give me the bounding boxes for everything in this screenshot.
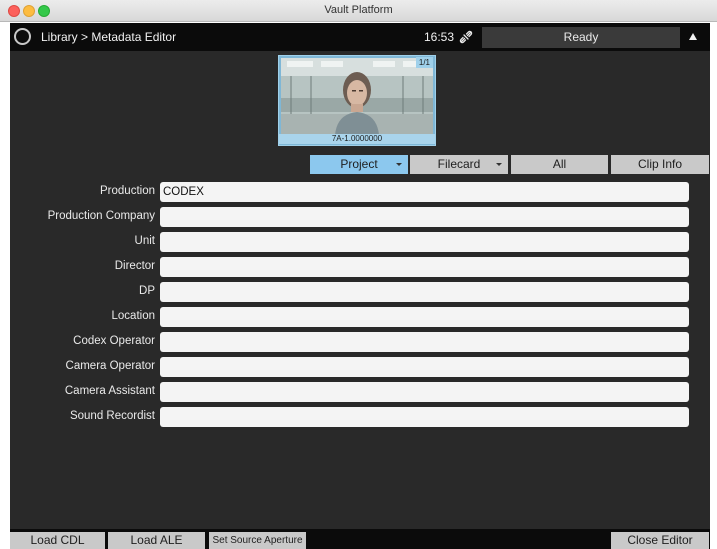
broken-link-icon [459, 30, 473, 44]
thumbnail-clip-name: 7A-1.0000000 [279, 134, 435, 144]
top-bar: Library > Metadata Editor 16:53 Ready [10, 23, 710, 51]
unit-field[interactable] [160, 232, 689, 252]
codex-operator-field[interactable] [160, 332, 689, 352]
field-label: Production [100, 185, 155, 197]
clip-thumbnail[interactable]: 1/1 7A-1.0000000 [278, 55, 436, 146]
field-row-production-company: Production Company [10, 207, 710, 227]
camera-assistant-field[interactable] [160, 382, 689, 402]
dp-field[interactable] [160, 282, 689, 302]
window-titlebar: Vault Platform [0, 0, 717, 22]
home-circle-icon[interactable] [14, 28, 31, 45]
thumbnail-image [281, 58, 433, 135]
sound-recordist-field[interactable] [160, 407, 689, 427]
load-cdl-button[interactable]: Load CDL [10, 532, 105, 549]
director-field[interactable] [160, 257, 689, 277]
field-row-unit: Unit [10, 232, 710, 252]
tab-label: Filecard [437, 157, 481, 171]
field-row-codex-operator: Codex Operator [10, 332, 710, 352]
location-field[interactable] [160, 307, 689, 327]
field-label: Unit [134, 235, 155, 247]
field-label: Sound Recordist [69, 410, 155, 422]
field-row-production: Production [10, 182, 710, 202]
production-field[interactable] [160, 182, 689, 202]
field-label: Camera Assistant [64, 385, 155, 397]
field-row-camera-operator: Camera Operator [10, 357, 710, 377]
field-row-director: Director [10, 257, 710, 277]
field-label: Production Company [47, 210, 155, 222]
tab-project[interactable]: Project [310, 155, 408, 174]
field-row-location: Location [10, 307, 710, 327]
status-indicator: Ready [482, 27, 680, 48]
breadcrumb: Library > Metadata Editor [41, 30, 177, 44]
load-ale-button[interactable]: Load ALE [108, 532, 205, 549]
window-title: Vault Platform [324, 4, 393, 16]
field-label: Location [111, 310, 155, 322]
close-editor-button[interactable]: Close Editor [611, 532, 709, 549]
metadata-editor-app: Library > Metadata Editor 16:53 Ready 1/… [10, 23, 710, 549]
dropdown-caret-icon [496, 163, 502, 166]
field-label: DP [139, 285, 155, 297]
field-label: Camera Operator [65, 360, 155, 372]
field-row-camera-assistant: Camera Assistant [10, 382, 710, 402]
set-source-aperture-button[interactable]: Set Source Aperture [209, 532, 306, 549]
bottom-toolbar: Load CDL Load ALE Set Source Aperture Cl… [10, 529, 710, 549]
field-row-dp: DP [10, 282, 710, 302]
field-row-sound-recordist: Sound Recordist [10, 407, 710, 427]
field-label: Director [114, 260, 155, 272]
tab-filecard[interactable]: Filecard [410, 155, 508, 174]
expand-triangle-icon[interactable] [689, 33, 697, 40]
dropdown-caret-icon [396, 163, 402, 166]
production-company-field[interactable] [160, 207, 689, 227]
camera-operator-field[interactable] [160, 357, 689, 377]
tab-all[interactable]: All [511, 155, 608, 174]
field-label: Codex Operator [73, 335, 155, 347]
tab-clip-info[interactable]: Clip Info [611, 155, 709, 174]
tab-label: Clip Info [637, 157, 683, 171]
tab-label: All [552, 157, 567, 171]
clock-time: 16:53 [424, 30, 455, 44]
thumbnail-counter: 1/1 [415, 57, 433, 68]
tab-label: Project [340, 157, 378, 171]
